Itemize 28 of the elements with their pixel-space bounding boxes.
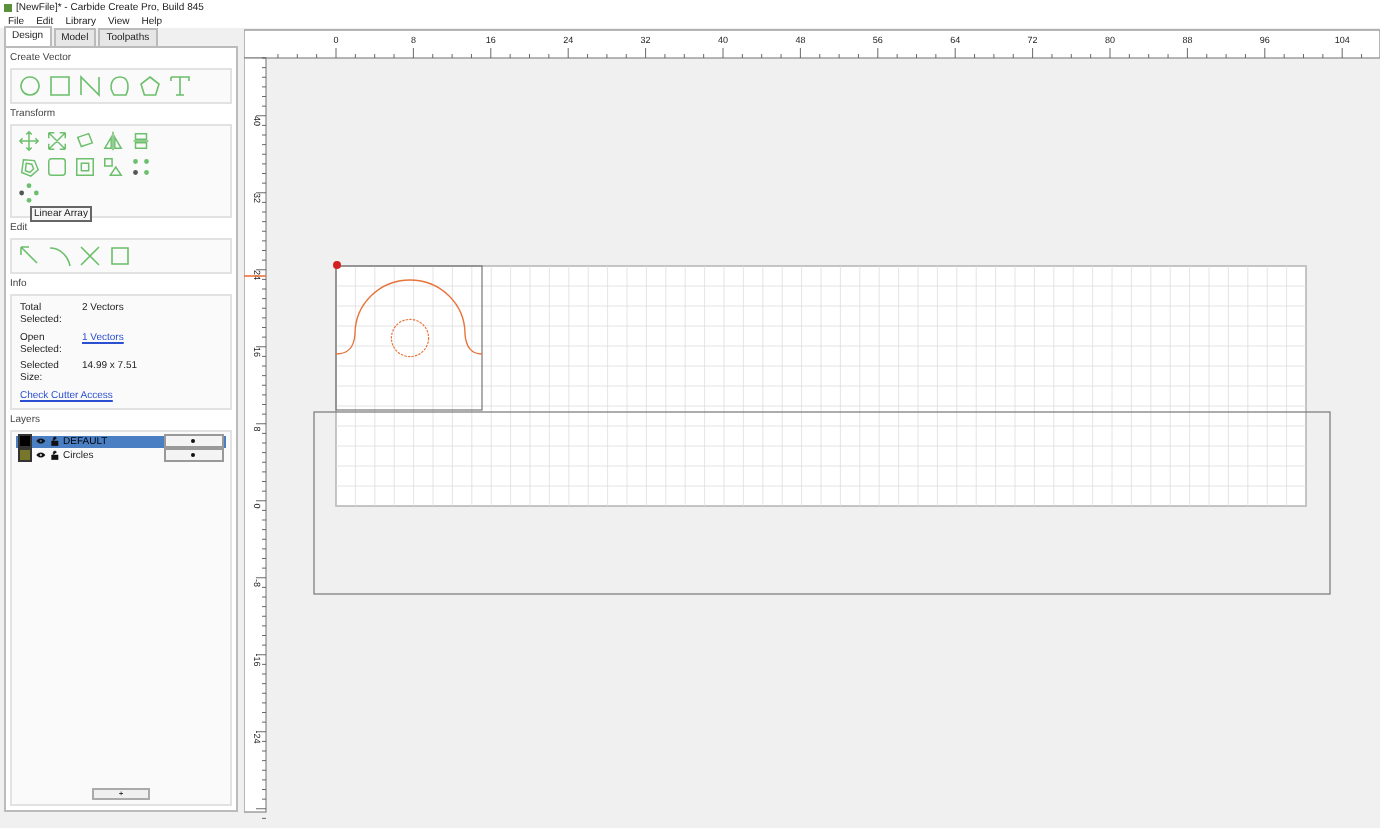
text-tool-icon[interactable] [168, 74, 192, 98]
trim-icon[interactable] [78, 244, 102, 268]
square-icon[interactable] [48, 74, 72, 98]
node-edit-icon[interactable] [18, 244, 42, 268]
layer-color-swatch[interactable] [18, 434, 32, 448]
layer-settings-button[interactable] [163, 434, 225, 448]
move-icon[interactable] [18, 130, 40, 152]
circular-dots-icon[interactable] [18, 182, 40, 204]
curve-icon[interactable] [108, 74, 132, 98]
layer-settings-button[interactable] [163, 448, 225, 462]
origin-marker [333, 261, 341, 269]
circle-vector[interactable] [390, 318, 430, 358]
eye-icon[interactable] [35, 450, 46, 460]
boolean-icon[interactable] [74, 156, 96, 178]
lock-icon[interactable] [49, 450, 60, 460]
layer-color-swatch[interactable] [18, 448, 32, 462]
rotate-icon[interactable] [74, 130, 96, 152]
bounding-box-icon[interactable] [108, 244, 132, 268]
fillet-icon[interactable] [48, 244, 72, 268]
dots-grid-icon[interactable] [130, 156, 152, 178]
app-icon [4, 3, 12, 12]
gear-icon [190, 452, 197, 458]
gear-icon [190, 438, 197, 444]
ruler-position-marker [244, 275, 267, 277]
pentagon-icon[interactable] [138, 74, 162, 98]
scale-icon[interactable] [46, 130, 68, 152]
polyline-icon[interactable] [78, 74, 102, 98]
circle-icon[interactable] [18, 74, 42, 98]
